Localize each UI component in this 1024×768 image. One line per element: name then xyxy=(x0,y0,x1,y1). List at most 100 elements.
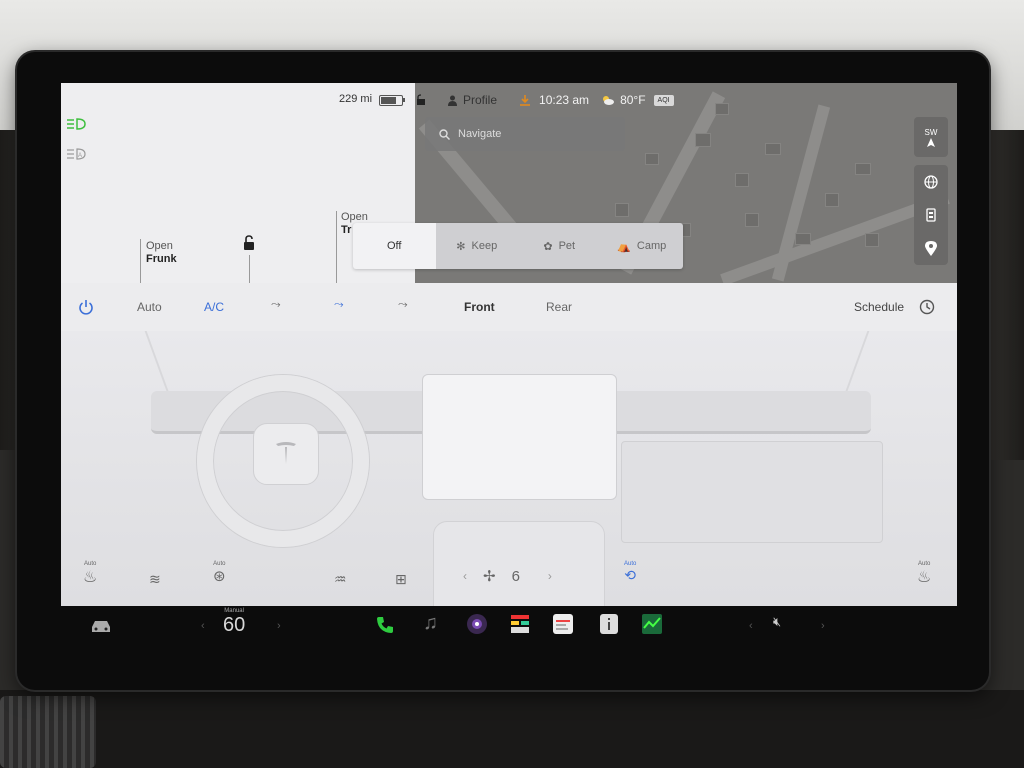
headlights-icon[interactable] xyxy=(65,117,87,131)
speed-decrease-icon[interactable]: ‹ xyxy=(201,620,205,632)
trunk-guide-line xyxy=(336,211,337,283)
pin-icon[interactable] xyxy=(925,240,937,256)
volume-increase-icon[interactable]: › xyxy=(821,620,825,632)
map-tools-group xyxy=(914,165,948,265)
center-console xyxy=(433,521,605,606)
windshield-defrost-icon: ♒ xyxy=(334,571,347,587)
phone-icon[interactable] xyxy=(374,614,396,636)
manual-icon[interactable] xyxy=(597,612,621,636)
calendar-icon[interactable] xyxy=(551,612,575,636)
climate-controls-bar: Auto A/C ⤳ ⤳ ⤳ Front Rear Schedule xyxy=(61,283,957,331)
range-readout: 229 mi xyxy=(339,93,373,105)
unlock-icon[interactable] xyxy=(241,235,257,251)
wheel-heat-icon: ⊛ xyxy=(213,568,226,585)
aqi-badge[interactable]: AQI xyxy=(653,94,674,106)
airflow-windshield-icon[interactable]: ⤳ xyxy=(398,297,408,312)
search-icon xyxy=(439,128,450,140)
seat-heat-right-icon: ♨ xyxy=(917,569,932,586)
rear-window-defrost-icon: ⊞ xyxy=(395,571,407,587)
steering-hub xyxy=(253,423,319,485)
volume-decrease-icon[interactable]: ‹ xyxy=(749,620,753,632)
charger-icon[interactable] xyxy=(926,207,936,222)
north-arrow-icon xyxy=(927,137,935,147)
rear-tab[interactable]: Rear xyxy=(546,300,572,314)
defrost-icon: ≋ xyxy=(149,571,161,587)
car-dash-bottom xyxy=(0,690,1024,768)
seat-heater-left[interactable]: Auto ♨ xyxy=(83,561,97,587)
energy-graph-icon[interactable] xyxy=(640,612,664,636)
open-frunk-button[interactable]: Open Frunk xyxy=(146,240,177,266)
mode-off-label: Off xyxy=(387,240,402,252)
fan-increase-icon[interactable]: › xyxy=(548,569,552,583)
map-controls: SW xyxy=(913,117,949,265)
recirculate-icon: ⟲ xyxy=(624,567,637,583)
frunk-open-text: Open xyxy=(146,240,173,252)
seat-heat-icon: ♨ xyxy=(83,569,98,586)
recirculation-button[interactable]: Auto ⟲ xyxy=(624,561,636,584)
airflow-feet-icon[interactable]: ⤳ xyxy=(334,297,344,312)
fan-speed-control: ‹ ✢ 6 › xyxy=(463,567,552,586)
search-placeholder: Navigate xyxy=(458,128,502,140)
ac-button[interactable]: A/C xyxy=(204,300,224,314)
tesla-logo-icon xyxy=(276,442,296,464)
clock: 10:23 am xyxy=(539,93,590,107)
map-building xyxy=(645,153,659,165)
fan-decrease-icon[interactable]: ‹ xyxy=(463,569,467,583)
profile-button[interactable]: Profile xyxy=(447,93,497,107)
mode-keep[interactable]: ✻ Keep xyxy=(436,223,519,269)
temperature: 80°F xyxy=(620,93,646,107)
navigate-search[interactable]: Navigate xyxy=(425,117,625,151)
car-icon[interactable] xyxy=(89,619,113,633)
mode-camp-label: Camp xyxy=(636,240,667,252)
paw-icon: ✿ xyxy=(543,240,553,253)
schedule-button[interactable]: Schedule xyxy=(854,300,904,314)
map-building xyxy=(735,173,749,187)
fan-icon: ✢ xyxy=(483,568,496,585)
mode-off[interactable]: Off xyxy=(353,223,436,269)
map-building xyxy=(765,143,781,155)
svg-text:A: A xyxy=(78,153,82,159)
front-defrost[interactable]: ♒ xyxy=(334,571,347,588)
status-bar: Profile 10:23 am 80°F AQI xyxy=(415,89,674,111)
profile-label: Profile xyxy=(463,93,498,107)
sentry-lock-icon[interactable] xyxy=(415,94,427,106)
steering-heater[interactable]: Auto ⊛ xyxy=(213,561,226,585)
map-building xyxy=(825,193,839,207)
climate-keep-mode-selector: Off ✻ Keep ✿ Pet ⛺ Camp xyxy=(353,223,683,269)
airflow-face-icon[interactable]: ⤳ xyxy=(271,297,281,312)
battery-icon xyxy=(379,95,405,106)
front-tab[interactable]: Front xyxy=(464,300,495,314)
cabin-view[interactable]: Auto ♨ ≋ Auto ⊛ ♒ ⊞ ‹ ✢ 6 › Auto ⟲ Auto … xyxy=(61,331,957,606)
power-icon[interactable] xyxy=(78,299,94,315)
globe-icon[interactable] xyxy=(924,174,938,189)
map-building xyxy=(715,103,729,115)
touchscreen: A 229 mi Open Frunk Open Tr Profile 10:2… xyxy=(61,83,957,606)
fan-speed-value: 6 xyxy=(511,567,520,585)
speed-increase-icon[interactable]: › xyxy=(277,620,281,632)
download-icon[interactable] xyxy=(519,94,531,106)
map-building xyxy=(795,233,811,245)
person-icon xyxy=(448,95,457,106)
compass-button[interactable]: SW xyxy=(914,117,948,157)
speed-value: 60 xyxy=(223,614,246,636)
auto-button[interactable]: Auto xyxy=(137,300,162,314)
camera-icon[interactable] xyxy=(465,612,489,636)
cloud-sun-icon xyxy=(603,96,615,105)
map-building xyxy=(695,133,711,147)
music-icon[interactable]: ♫ xyxy=(423,612,438,635)
seat-heater-right[interactable]: Auto ♨ xyxy=(917,561,931,587)
map-building xyxy=(855,163,871,175)
map-building xyxy=(865,233,879,247)
pedal-trim xyxy=(0,696,96,768)
auto-highbeam-icon[interactable]: A xyxy=(65,147,87,161)
mute-volume-icon[interactable]: 🔇︎ xyxy=(773,614,781,630)
tent-icon: ⛺ xyxy=(617,240,631,253)
rear-window-defrost[interactable]: ⊞ xyxy=(395,571,407,588)
clock-icon[interactable] xyxy=(919,299,935,315)
rear-defrost[interactable]: ≋ xyxy=(149,571,161,588)
passenger-dash xyxy=(621,441,883,543)
weather: 80°F xyxy=(601,93,646,107)
mode-pet[interactable]: ✿ Pet xyxy=(518,223,601,269)
toybox-icon[interactable] xyxy=(508,612,532,636)
mode-camp[interactable]: ⛺ Camp xyxy=(601,223,684,269)
